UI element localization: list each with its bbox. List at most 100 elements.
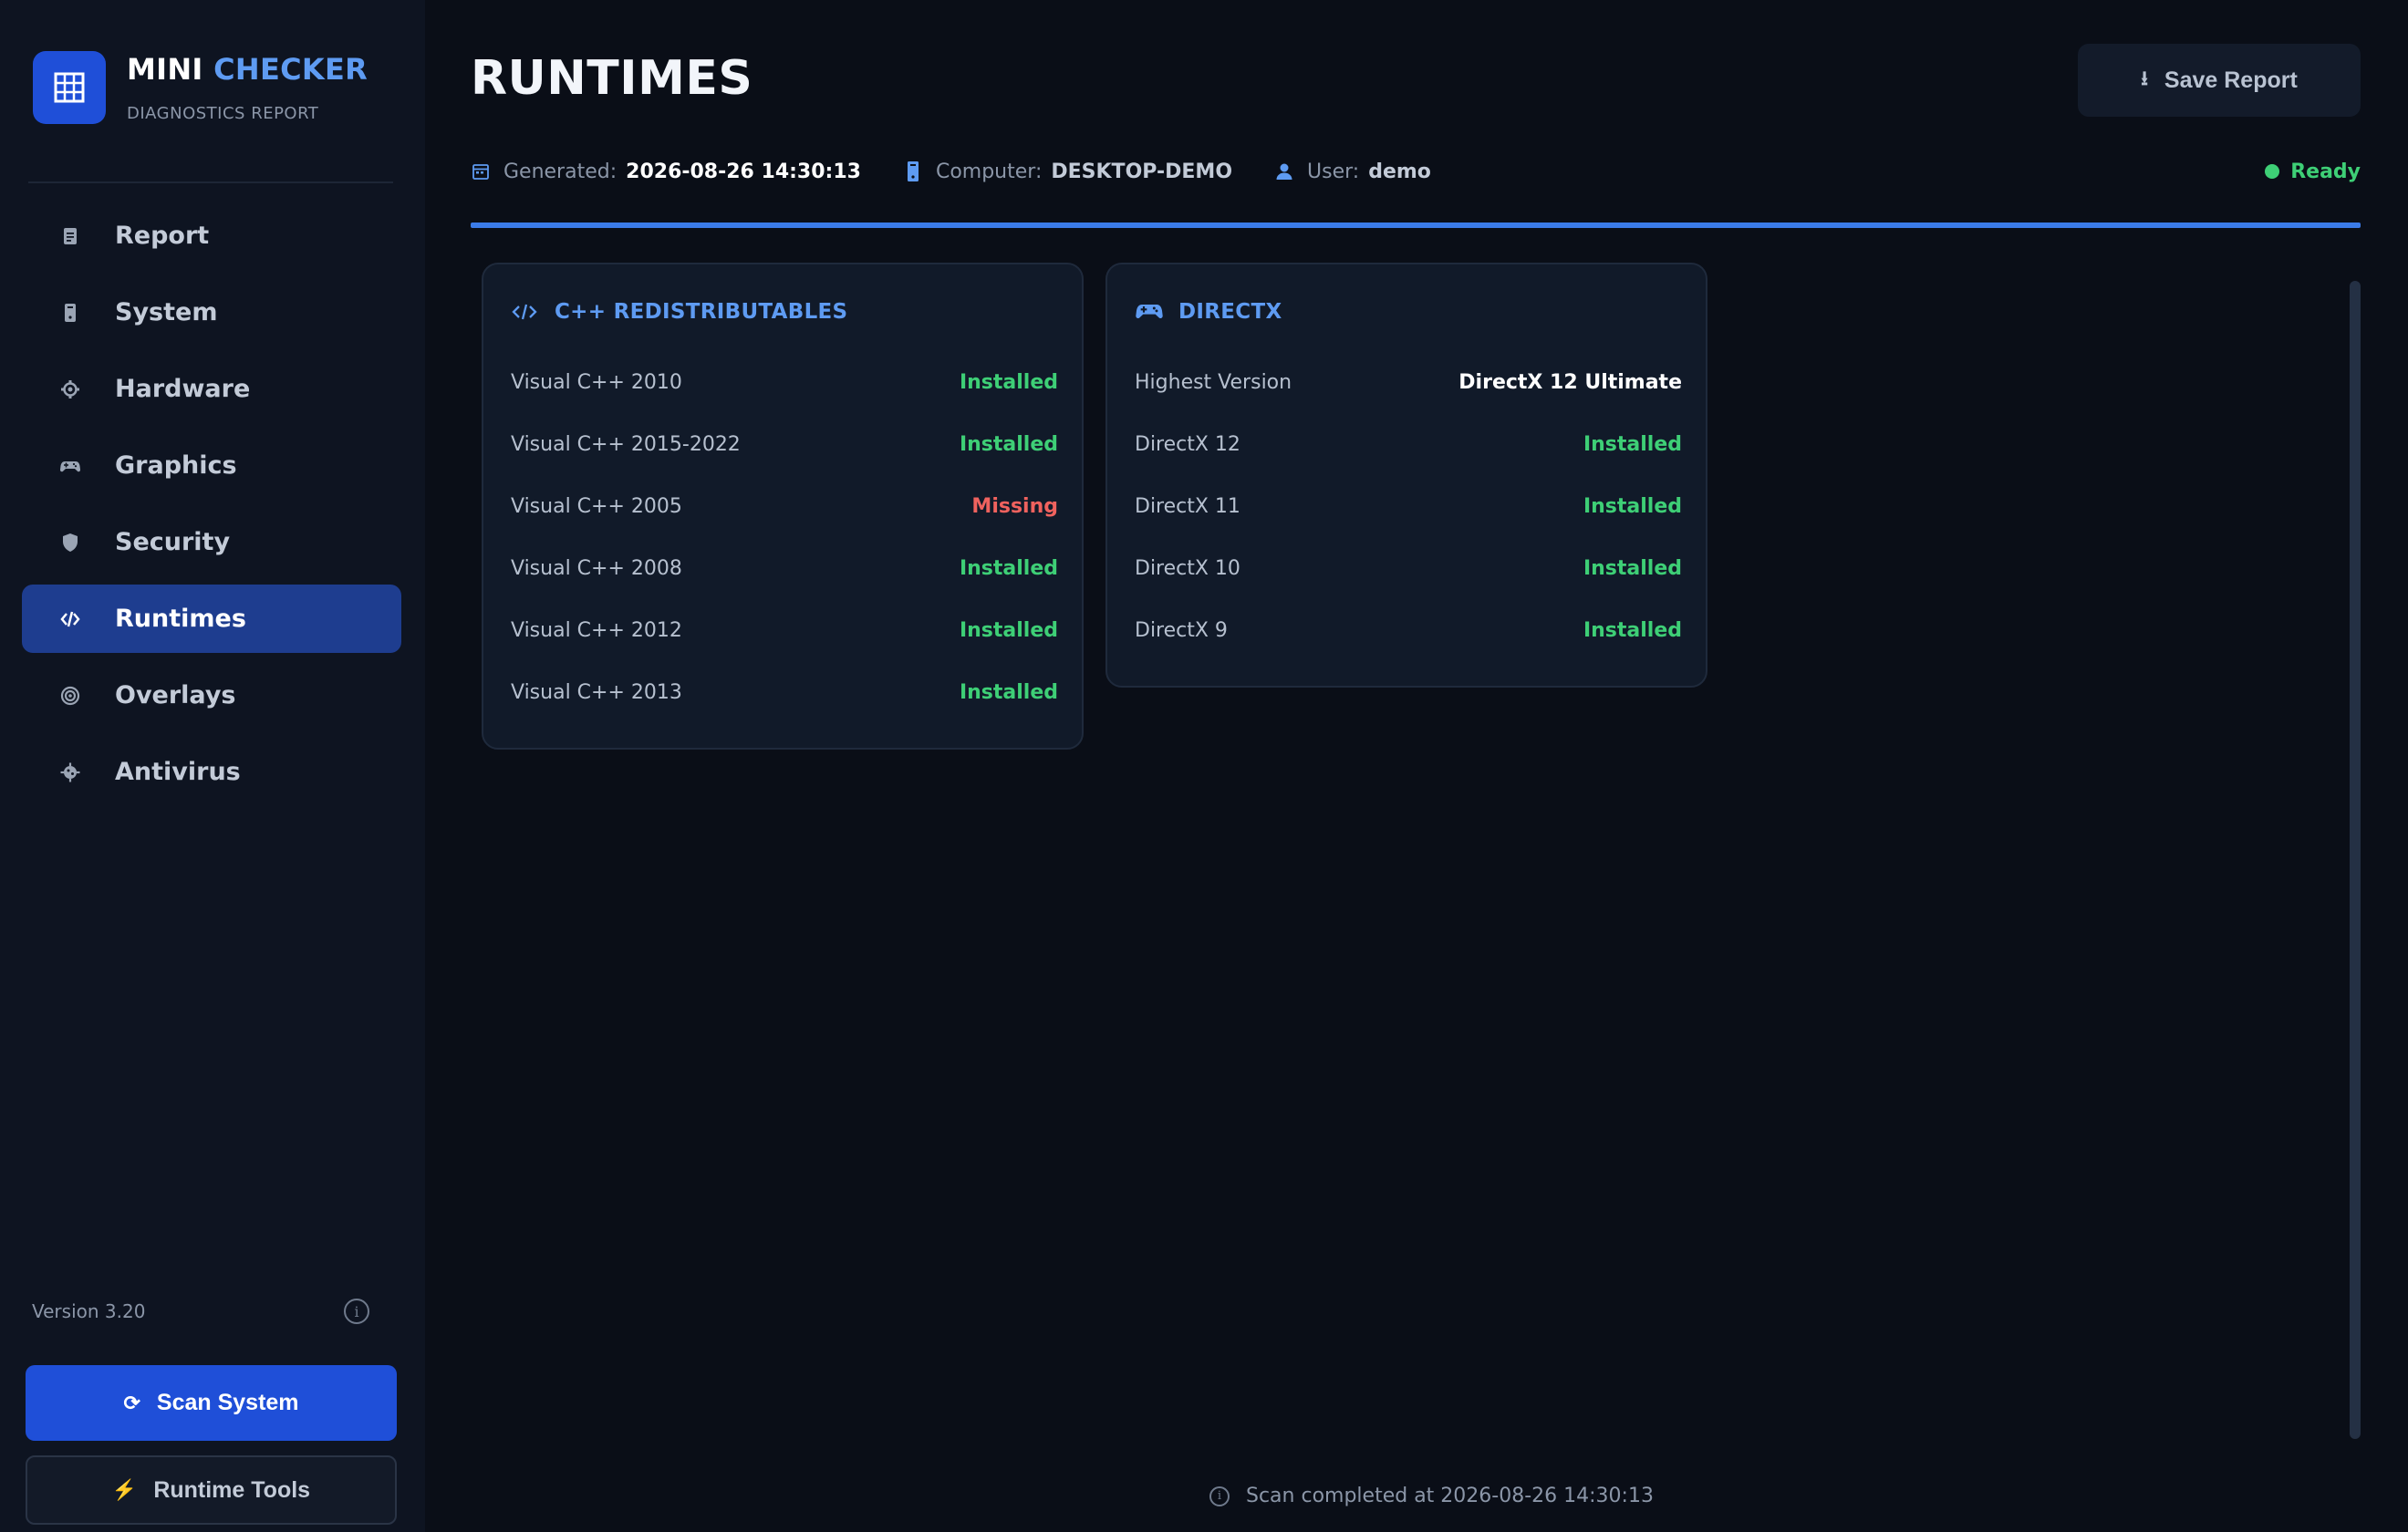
- sidebar-item-system[interactable]: System: [22, 278, 401, 347]
- list-item: DirectX 12 Installed: [1135, 413, 1682, 475]
- target-icon: [58, 684, 82, 708]
- sidebar-nav: Report System Hardware Graphics Security…: [22, 202, 401, 814]
- row-label: Visual C++ 2010: [511, 370, 682, 394]
- status-value: Installed: [959, 556, 1058, 580]
- list-item: Visual C++ 2013 Installed: [511, 661, 1058, 723]
- document-icon: [58, 224, 82, 248]
- scan-completed-text: Scan completed at 2026-08-26 14:30:13: [1246, 1485, 1654, 1507]
- list-item: DirectX 11 Installed: [1135, 475, 1682, 537]
- status-value: Missing: [971, 494, 1058, 518]
- list-item: Visual C++ 2005 Missing: [511, 475, 1058, 537]
- computer-icon: [903, 161, 923, 181]
- scrollbar[interactable]: [2350, 281, 2361, 1439]
- sidebar-item-report[interactable]: Report: [22, 202, 401, 270]
- status-label: Ready: [2290, 160, 2361, 183]
- row-label: Visual C++ 2015-2022: [511, 432, 741, 456]
- status-value: Installed: [1583, 494, 1682, 518]
- sidebar-item-label: Security: [115, 528, 231, 556]
- report-meta: Generated: 2026-08-26 14:30:13 Computer:…: [471, 155, 1473, 188]
- download-icon: ⭳: [2141, 67, 2148, 89]
- cpp-redistributables-card: C++ REDISTRIBUTABLES Visual C++ 2010 Ins…: [482, 263, 1084, 750]
- code-icon: [58, 607, 82, 631]
- status-value: Installed: [1583, 432, 1682, 456]
- refresh-icon: ⟳: [123, 1391, 140, 1414]
- scan-footer: i Scan completed at 2026-08-26 14:30:13: [1209, 1485, 1654, 1507]
- sidebar-item-label: Runtimes: [115, 605, 246, 633]
- calendar-icon: [471, 161, 491, 181]
- sidebar: MINI CHECKER DIAGNOSTICS REPORT Report S…: [0, 0, 425, 1532]
- tower-icon: [58, 301, 82, 325]
- status-dot: [2265, 164, 2280, 179]
- save-report-button[interactable]: ⭳ Save Report: [2078, 44, 2361, 117]
- sidebar-item-antivirus[interactable]: Antivirus: [22, 738, 401, 806]
- status-value: Installed: [959, 680, 1058, 704]
- row-label: DirectX 12: [1135, 432, 1240, 456]
- card-title: DIRECTX: [1178, 300, 1282, 324]
- meta-user-label: User:: [1307, 160, 1360, 183]
- row-label: Visual C++ 2008: [511, 556, 682, 580]
- row-label: Visual C++ 2013: [511, 680, 682, 704]
- meta-computer-value: DESKTOP-DEMO: [1051, 160, 1233, 183]
- meta-generated: Generated: 2026-08-26 14:30:13: [471, 160, 861, 183]
- sidebar-item-label: Report: [115, 222, 210, 250]
- gamepad-icon: [1135, 299, 1164, 325]
- page-title: RUNTIMES: [471, 51, 753, 106]
- status-value: Installed: [959, 432, 1058, 456]
- runtime-tools-button[interactable]: ⚡ Runtime Tools: [26, 1455, 397, 1525]
- card-header: C++ REDISTRIBUTABLES: [511, 299, 847, 325]
- list-item: Visual C++ 2012 Installed: [511, 599, 1058, 661]
- status-value: Installed: [1583, 618, 1682, 642]
- gear-icon: [58, 378, 82, 401]
- scan-system-button[interactable]: ⟳ Scan System: [26, 1365, 397, 1441]
- sidebar-item-label: Overlays: [115, 681, 236, 709]
- list-item: Visual C++ 2015-2022 Installed: [511, 413, 1058, 475]
- list-item: Visual C++ 2008 Installed: [511, 537, 1058, 599]
- app-window: MINI CHECKER DIAGNOSTICS REPORT Report S…: [0, 0, 2408, 1532]
- shield-icon: [58, 531, 82, 554]
- virus-icon: [58, 761, 82, 784]
- app-title-word1: MINI: [127, 52, 203, 87]
- gamepad-icon: [58, 454, 82, 478]
- card-rows: Highest Version DirectX 12 Ultimate Dire…: [1135, 351, 1682, 661]
- list-item: DirectX 10 Installed: [1135, 537, 1682, 599]
- row-label: DirectX 9: [1135, 618, 1228, 642]
- sidebar-item-label: System: [115, 298, 218, 326]
- card-header: DIRECTX: [1135, 299, 1282, 325]
- sidebar-item-label: Antivirus: [115, 758, 241, 786]
- list-item: Highest Version DirectX 12 Ultimate: [1135, 351, 1682, 413]
- sidebar-item-graphics[interactable]: Graphics: [22, 431, 401, 500]
- status-value: Installed: [959, 618, 1058, 642]
- user-icon: [1274, 161, 1294, 181]
- bolt-icon: ⚡: [111, 1478, 138, 1501]
- sidebar-item-hardware[interactable]: Hardware: [22, 355, 401, 423]
- grid-icon: [33, 51, 106, 124]
- version-label: Version 3.20: [32, 1300, 146, 1322]
- app-subtitle: DIAGNOSTICS REPORT: [127, 104, 319, 123]
- sidebar-item-overlays[interactable]: Overlays: [22, 661, 401, 730]
- sidebar-item-label: Graphics: [115, 451, 237, 480]
- list-item: Visual C++ 2010 Installed: [511, 351, 1058, 413]
- code-icon: [511, 299, 540, 325]
- sidebar-divider: [28, 181, 393, 183]
- app-title: MINI CHECKER: [127, 51, 368, 88]
- row-label: DirectX 10: [1135, 556, 1240, 580]
- meta-generated-value: 2026-08-26 14:30:13: [626, 160, 861, 183]
- directx-card: DIRECTX Highest Version DirectX 12 Ultim…: [1105, 263, 1707, 688]
- runtime-tools-label: Runtime Tools: [153, 1476, 311, 1503]
- app-title-word2: CHECKER: [213, 52, 368, 87]
- meta-computer: Computer: DESKTOP-DEMO: [903, 160, 1232, 183]
- sidebar-item-security[interactable]: Security: [22, 508, 401, 576]
- sidebar-item-runtimes[interactable]: Runtimes: [22, 585, 401, 653]
- version-value: DirectX 12 Ultimate: [1458, 370, 1682, 394]
- scan-system-label: Scan System: [156, 1390, 299, 1415]
- brand: MINI CHECKER DIAGNOSTICS REPORT: [33, 51, 368, 124]
- info-icon[interactable]: i: [344, 1299, 369, 1324]
- row-label: DirectX 11: [1135, 494, 1240, 518]
- status-value: Installed: [959, 370, 1058, 394]
- card-rows: Visual C++ 2010 Installed Visual C++ 201…: [511, 351, 1058, 723]
- row-label: Visual C++ 2005: [511, 494, 682, 518]
- row-label: Visual C++ 2012: [511, 618, 682, 642]
- meta-user: User: demo: [1274, 160, 1431, 183]
- status-value: Installed: [1583, 556, 1682, 580]
- sidebar-item-label: Hardware: [115, 375, 251, 403]
